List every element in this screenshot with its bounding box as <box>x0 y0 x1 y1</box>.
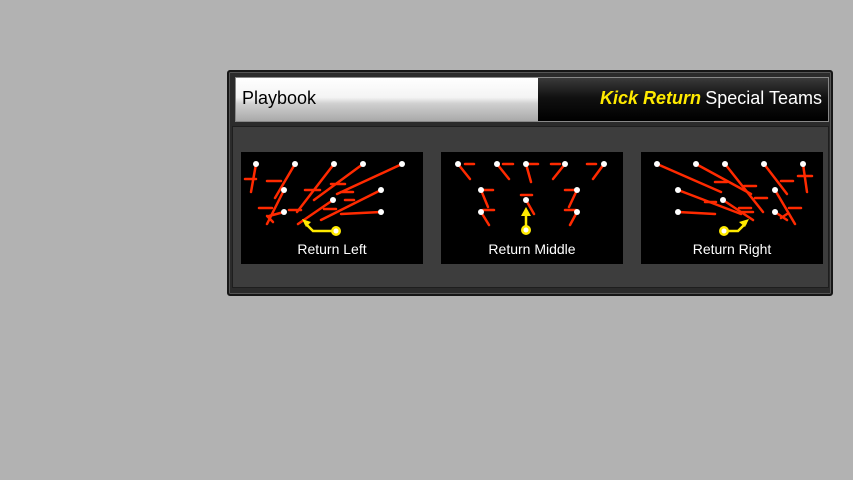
play-label-return-right: Return Right <box>692 241 772 257</box>
play-card-return-right[interactable]: Return Right <box>641 152 823 264</box>
play-card-return-middle[interactable]: Return Middle <box>441 152 623 264</box>
page-title: Playbook <box>242 88 317 108</box>
plays-container: Return Left Return Middle Return Right <box>232 126 829 288</box>
play-card-return-left[interactable]: Return Left <box>241 152 423 264</box>
playbook-panel: Playbook Kick Return Special Teams Retur… <box>227 70 833 296</box>
play-label-return-left: Return Left <box>297 241 367 257</box>
play-category-label: Special Teams <box>705 88 822 108</box>
playbook-header: Playbook Kick Return Special Teams <box>235 77 829 122</box>
play-mode-label: Kick Return <box>599 88 701 108</box>
play-label-return-middle: Return Middle <box>488 241 576 257</box>
